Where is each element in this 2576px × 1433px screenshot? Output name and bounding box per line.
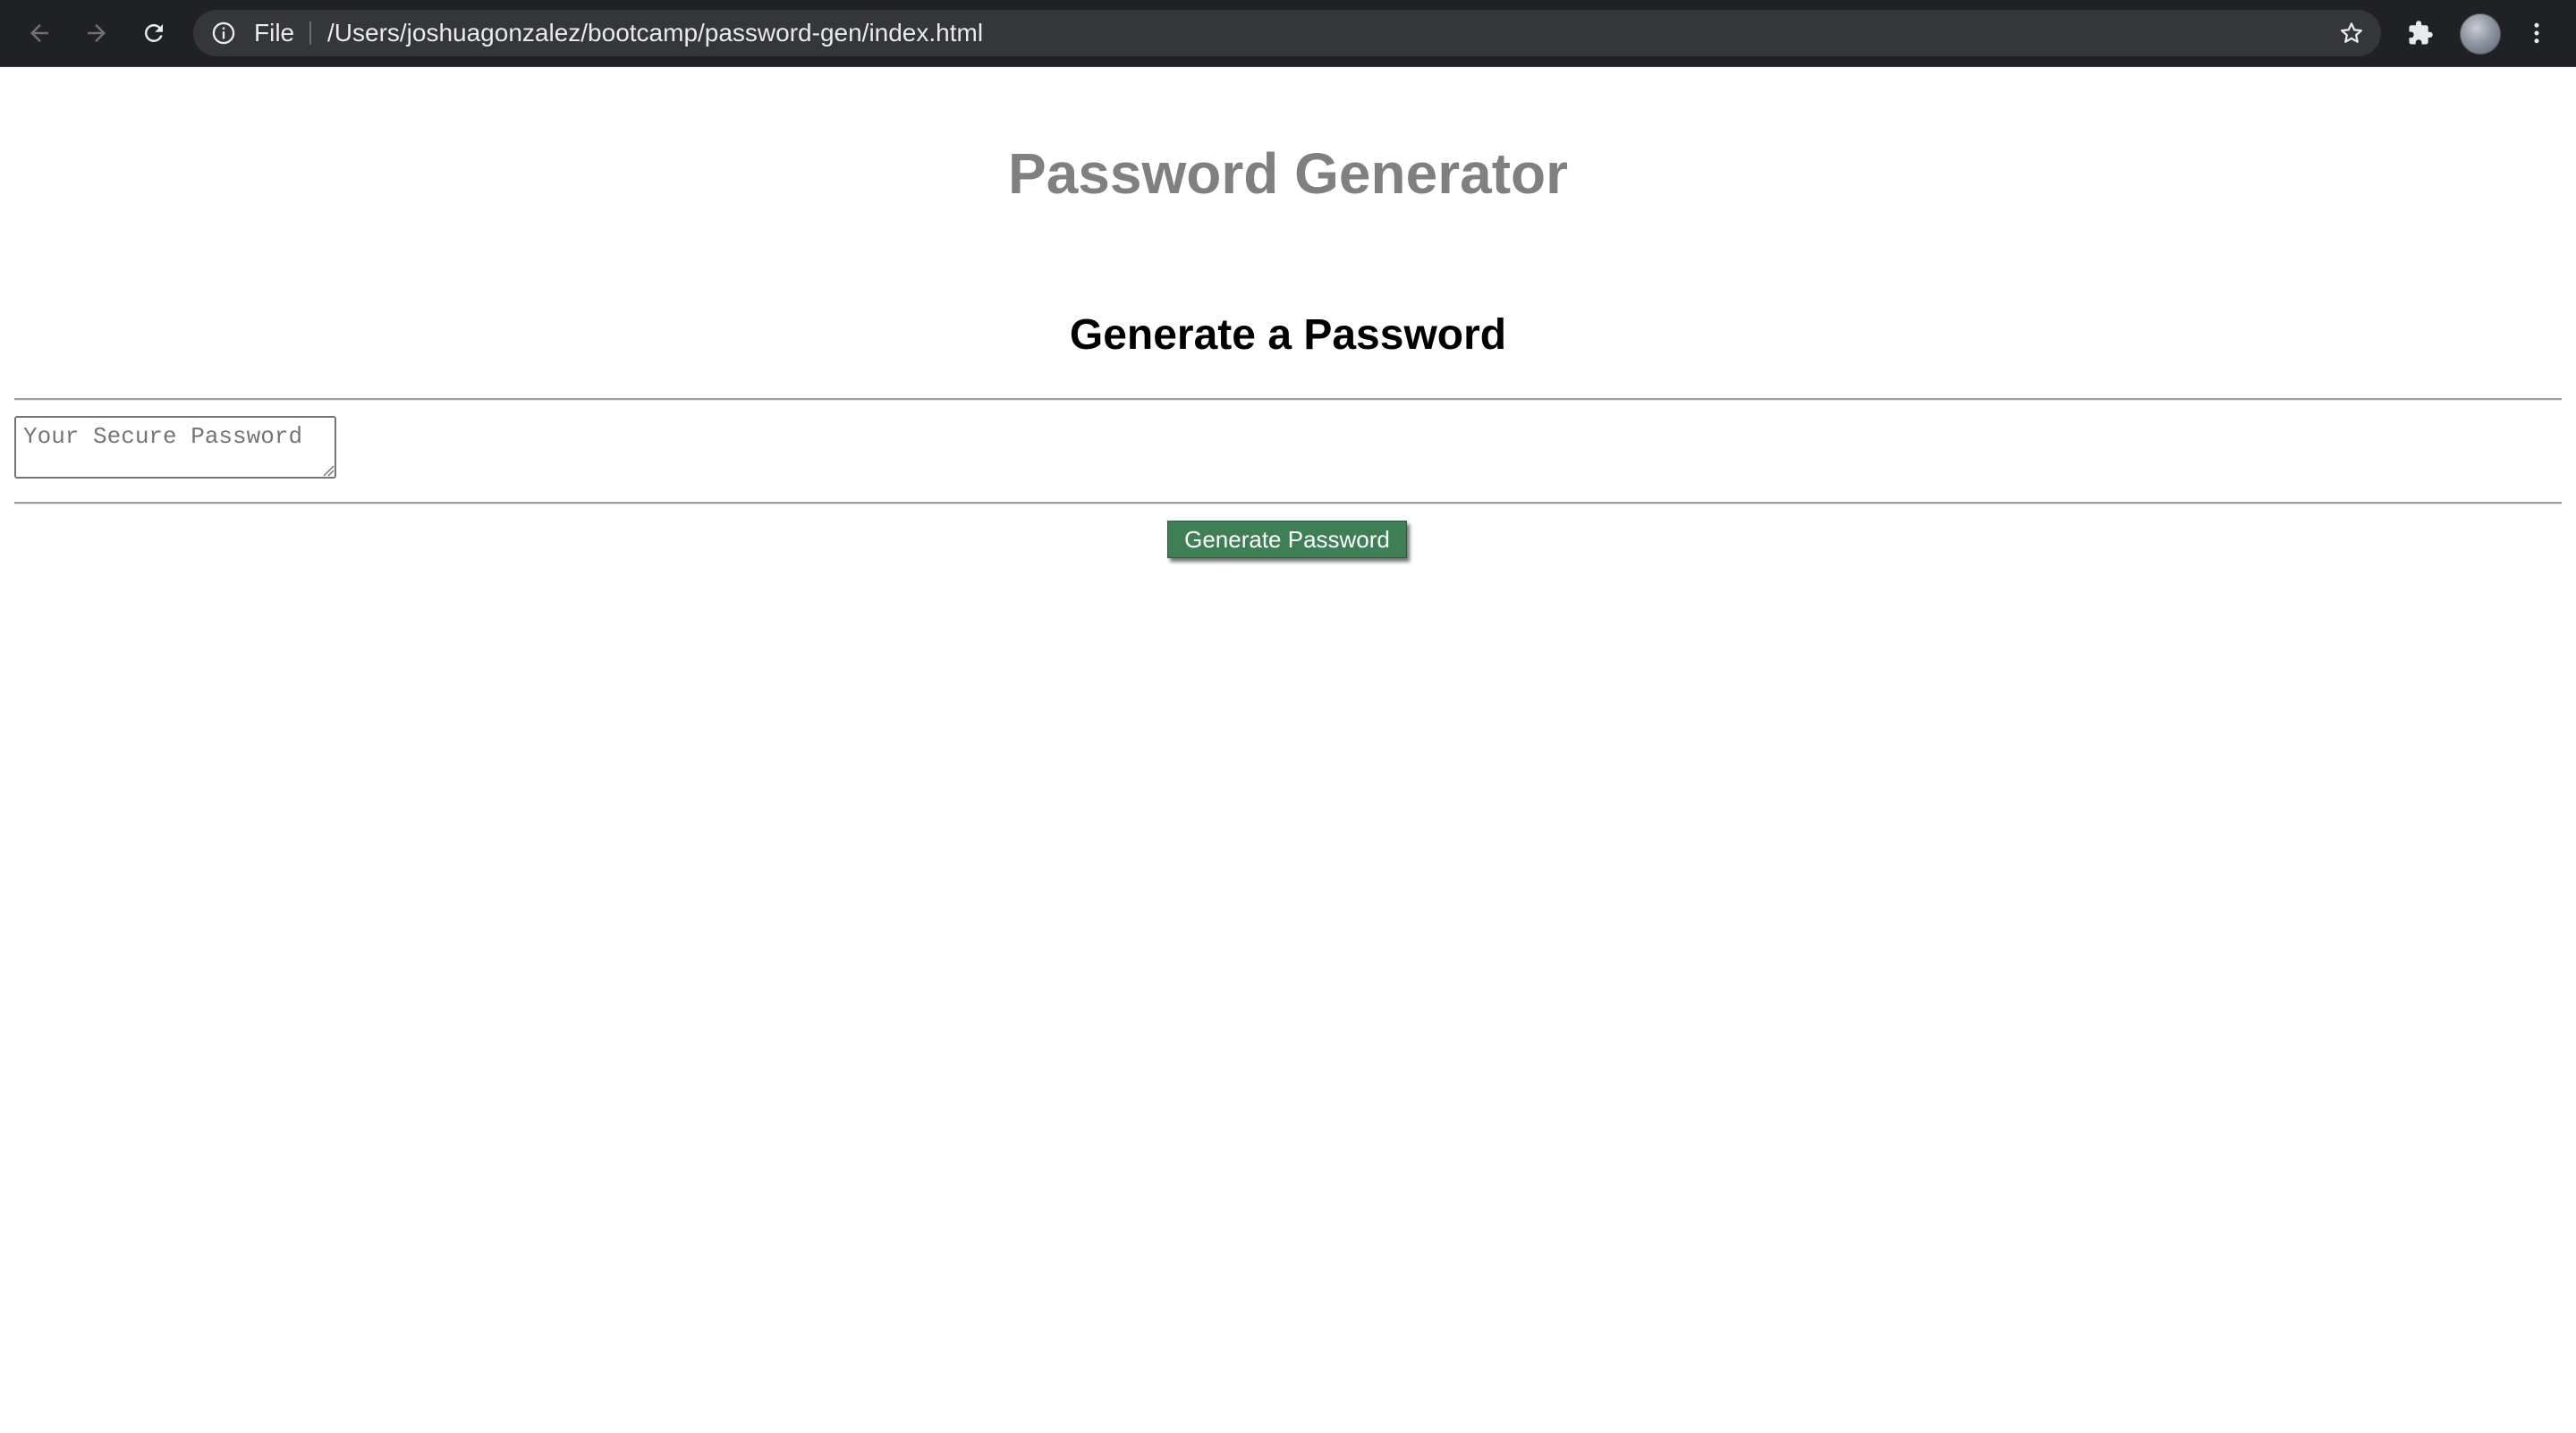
forward-arrow-icon	[88, 24, 106, 42]
more-menu-button[interactable]	[2519, 15, 2555, 51]
info-icon[interactable]	[211, 21, 236, 46]
page-content: Password Generator Generate a Password G…	[0, 67, 2576, 1433]
forward-button[interactable]	[79, 15, 114, 51]
file-scheme-label: File	[254, 19, 295, 47]
more-menu-icon	[2534, 22, 2539, 44]
back-button[interactable]	[21, 15, 57, 51]
card-header: Generate a Password	[1069, 311, 1507, 359]
address-separator	[309, 21, 311, 45]
reload-icon	[144, 23, 163, 42]
divider-top	[14, 398, 2562, 401]
page-title: Password Generator	[1008, 141, 1568, 206]
url-text[interactable]: /Users/joshuagonzalez/bootcamp/password-…	[327, 10, 983, 56]
generate-password-button[interactable]: Generate Password	[1167, 521, 1407, 558]
bookmark-star-icon[interactable]	[2338, 20, 2365, 47]
profile-avatar[interactable]	[2460, 13, 2501, 55]
address-bar[interactable]: File /Users/joshuagonzalez/bootcamp/pass…	[193, 10, 2381, 56]
reload-button[interactable]	[136, 15, 172, 51]
back-arrow-icon	[30, 24, 48, 42]
extensions-button[interactable]	[2402, 15, 2438, 51]
extensions-puzzle-icon	[2409, 21, 2433, 45]
browser-toolbar: File /Users/joshuagonzalez/bootcamp/pass…	[0, 0, 2576, 67]
password-output-field[interactable]	[14, 416, 336, 479]
divider-bottom	[14, 502, 2562, 505]
